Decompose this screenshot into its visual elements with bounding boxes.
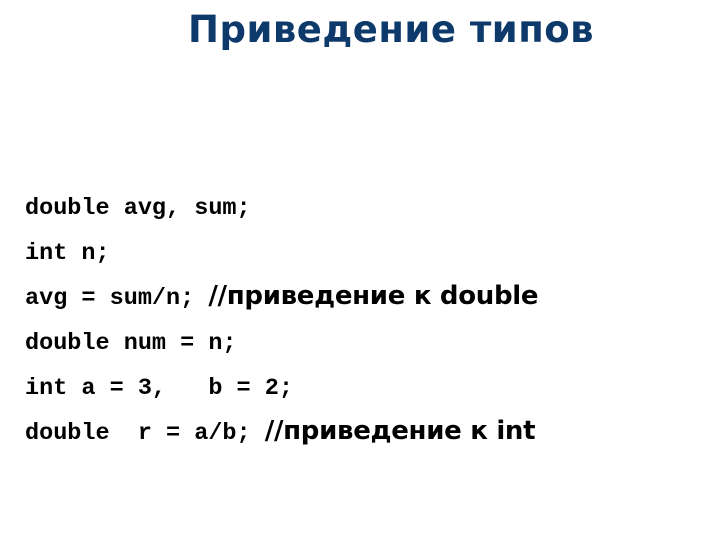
code-text: avg = sum/n;	[25, 285, 209, 312]
slide-title: Приведение типов	[188, 8, 595, 51]
code-text: int a = 3, b = 2;	[25, 375, 293, 402]
code-text: double avg, sum;	[25, 195, 251, 222]
code-comment: //приведение к double	[208, 281, 539, 311]
code-text: double num = n;	[25, 330, 237, 357]
code-text: int n;	[25, 240, 110, 267]
code-line: double avg, sum;	[9, 139, 538, 222]
code-text: double r = a/b;	[25, 420, 265, 447]
code-comment: //приведение к int	[264, 416, 536, 446]
code-block: double avg, sum; int n; avg = sum/n; //п…	[9, 139, 539, 447]
